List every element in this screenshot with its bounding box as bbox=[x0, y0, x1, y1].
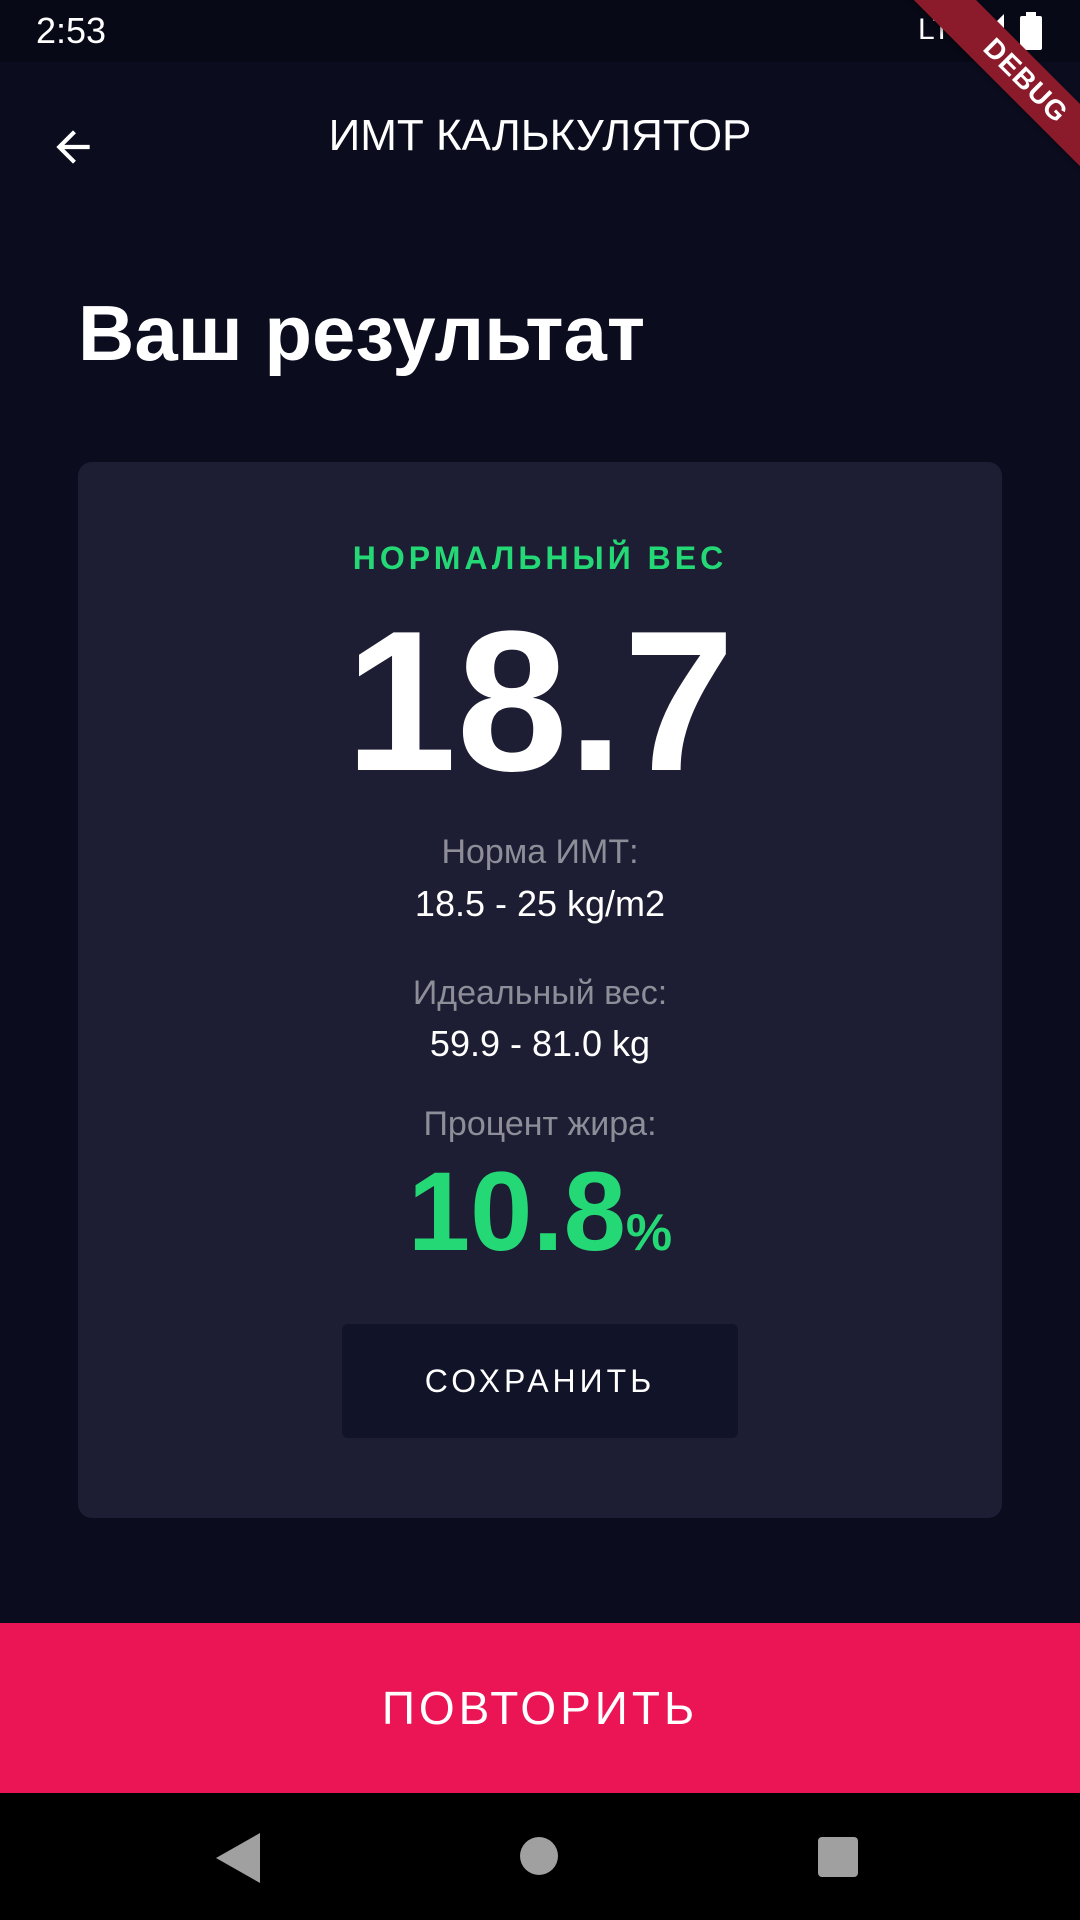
status-bar: 2:53 LTE bbox=[0, 0, 1080, 62]
ideal-weight-value: 59.9 - 81.0 kg bbox=[429, 1023, 651, 1064]
save-button[interactable]: СОХРАНИТЬ bbox=[342, 1324, 738, 1438]
battery-icon bbox=[1020, 12, 1042, 50]
nav-recents-icon[interactable] bbox=[818, 1837, 858, 1877]
bmi-norm-label: Норма ИМТ: bbox=[441, 833, 639, 871]
nav-home-icon[interactable] bbox=[520, 1837, 558, 1875]
repeat-button[interactable]: ПОВТОРИТЬ bbox=[0, 1623, 1080, 1793]
bmi-norm-value: 18.5 - 25 kg/m2 bbox=[414, 883, 666, 924]
app-title: ИМТ КАЛЬКУЛЯТОР bbox=[328, 111, 752, 160]
body-fat-value: 10.8 bbox=[407, 1149, 626, 1274]
navigation-bar bbox=[0, 1793, 1080, 1920]
body-fat-value-row: 10.8% bbox=[78, 1152, 1002, 1272]
status-time: 2:53 bbox=[36, 10, 107, 51]
body-fat-unit: % bbox=[625, 1204, 673, 1262]
body-fat-label: Процент жира: bbox=[423, 1105, 657, 1143]
app-bar: ИМТ КАЛЬКУЛЯТОР bbox=[0, 62, 1080, 210]
page-title: Ваш результат bbox=[78, 289, 646, 377]
screen: 2:53 LTE DEBUG ИМТ КАЛЬКУЛЯТОР Ваш резул… bbox=[0, 0, 1080, 1920]
result-card: НОРМАЛЬНЫЙ ВЕС 18.7 Норма ИМТ: 18.5 - 25… bbox=[78, 462, 1002, 1518]
nav-back-icon[interactable] bbox=[216, 1833, 260, 1883]
ideal-weight-label: Идеальный вес: bbox=[412, 974, 668, 1012]
bmi-value: 18.7 bbox=[345, 590, 735, 813]
weight-status-label: НОРМАЛЬНЫЙ ВЕС bbox=[352, 540, 728, 576]
